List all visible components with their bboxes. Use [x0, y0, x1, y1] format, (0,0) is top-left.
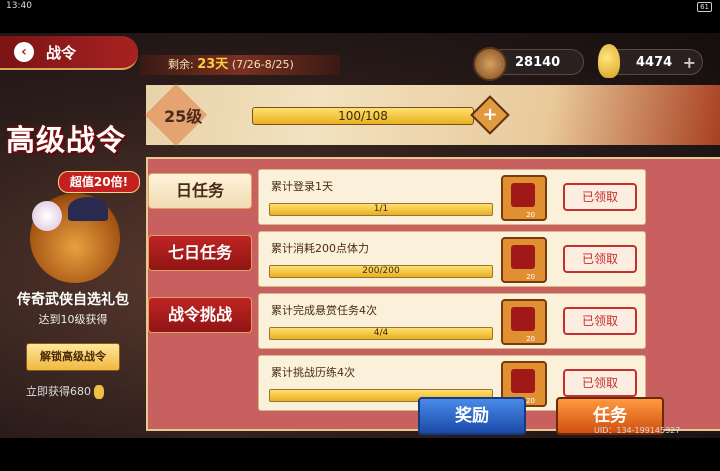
coin-value: 28140	[515, 55, 561, 70]
flower-decoration	[32, 201, 62, 231]
hat-decoration	[68, 197, 108, 221]
claimed-button[interactable]: 已领取	[563, 369, 637, 397]
remaining-days: 23天	[197, 57, 229, 72]
coin-counter: 28140	[473, 47, 584, 81]
premium-pass-panel: 高级战令 超值20倍! 传奇武侠自选礼包 达到10级获得 解锁高级战令 立即获得…	[0, 81, 146, 438]
remaining-range: (7/26-8/25)	[231, 58, 294, 71]
level-banner: 25级 100/108 +	[144, 83, 720, 147]
task-row: 累计登录1天 1/1 20 已领取	[258, 169, 646, 225]
status-bar: 13:40 61	[0, 0, 720, 14]
task-name: 累计登录1天	[271, 180, 333, 193]
tab-daily[interactable]: 日任务	[148, 173, 252, 209]
task-row: 累计消耗200点体力 200/200 20 已领取	[258, 231, 646, 287]
gold-value: 4474	[636, 55, 673, 70]
screen-title: 战令	[46, 44, 77, 62]
task-row: 累计完成悬赏任务4次 4/4 20 已领取	[258, 293, 646, 349]
reward-button[interactable]: 奖励	[418, 397, 526, 435]
get-now-label: 立即获得680	[26, 385, 91, 398]
tab-pass-challenge[interactable]: 战令挑战	[148, 297, 252, 333]
buy-level-button[interactable]: +	[470, 95, 510, 135]
reward-count: 20	[526, 335, 535, 343]
add-gold-button[interactable]: +	[683, 50, 696, 76]
uid-label: UID：134-199145327	[594, 426, 681, 435]
unlock-premium-button[interactable]: 解锁高级战令	[26, 343, 120, 371]
reward-count: 20	[526, 211, 535, 219]
value-badge: 超值20倍!	[58, 171, 140, 193]
reward-item[interactable]: 20	[501, 299, 547, 345]
claimed-button[interactable]: 已领取	[563, 307, 637, 335]
top-bar: ‹ 战令 剩余: 23天 (7/26-8/25) 28140 4474 +	[0, 33, 720, 81]
token-icon	[511, 369, 535, 393]
token-icon	[511, 183, 535, 207]
level-label: 25级	[164, 107, 203, 126]
task-progress-bar: 200/200	[269, 265, 493, 278]
reward-count: 20	[526, 397, 535, 405]
copper-coin-icon	[473, 47, 507, 81]
task-name: 累计消耗200点体力	[271, 242, 369, 255]
reward-item[interactable]: 20	[501, 237, 547, 283]
pack-name: 传奇武侠自选礼包	[17, 292, 129, 308]
task-name: 累计完成悬赏任务4次	[271, 304, 377, 317]
gold-ingot-icon	[94, 385, 104, 399]
task-panel: 日任务 七日任务 战令挑战 累计登录1天 1/1 20 已领取 累计消耗200点…	[146, 157, 720, 431]
tab-seven-day[interactable]: 七日任务	[148, 235, 252, 271]
gift-pack-image	[30, 193, 120, 283]
premium-pass-title: 高级战令	[6, 123, 127, 157]
task-progress-bar: 4/4	[269, 327, 493, 340]
back-button[interactable]: ‹ 战令	[0, 36, 138, 70]
token-icon	[511, 245, 535, 269]
pack-requirement: 达到10级获得	[38, 313, 108, 326]
task-progress-bar: 1/1	[269, 203, 493, 216]
claimed-button[interactable]: 已领取	[563, 245, 637, 273]
plus-icon: +	[482, 104, 498, 125]
gold-ingot-icon	[598, 44, 620, 78]
task-name: 累计挑战历练4次	[271, 366, 355, 379]
claimed-button[interactable]: 已领取	[563, 183, 637, 211]
game-screen: ‹ 战令 剩余: 23天 (7/26-8/25) 28140 4474 + 高级…	[0, 33, 720, 438]
battery-icon: 61	[697, 2, 712, 12]
season-remaining: 剩余: 23天 (7/26-8/25)	[140, 55, 340, 75]
task-list[interactable]: 累计登录1天 1/1 20 已领取 累计消耗200点体力 200/200 20 …	[258, 169, 654, 419]
back-arrow-icon: ‹	[14, 42, 34, 62]
token-icon	[511, 307, 535, 331]
remaining-label: 剩余:	[168, 58, 194, 71]
reward-count: 20	[526, 273, 535, 281]
reward-item[interactable]: 20	[501, 175, 547, 221]
clock: 13:40	[6, 1, 32, 11]
level-progress-bar: 100/108	[252, 107, 474, 125]
gold-counter: 4474 +	[598, 44, 703, 78]
get-now-text: 立即获得680	[26, 383, 104, 399]
